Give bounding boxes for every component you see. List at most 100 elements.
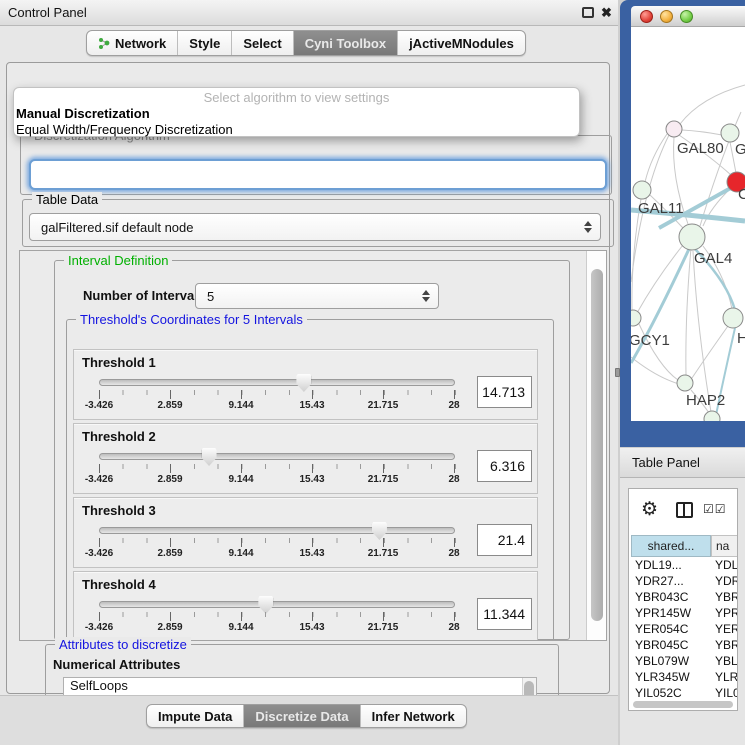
- network-window-titlebar: [631, 6, 745, 27]
- close-traffic-light-icon[interactable]: [640, 10, 653, 23]
- cell-shared-name: YER054C: [631, 621, 711, 637]
- threshold-value-field[interactable]: 11.344: [477, 598, 532, 630]
- bottom-tab-infer-network[interactable]: Infer Network: [360, 705, 466, 727]
- attributes-group-title: Attributes to discretize: [55, 637, 191, 652]
- minimize-traffic-light-icon[interactable]: [660, 10, 673, 23]
- network-node[interactable]: [633, 181, 651, 199]
- zoom-traffic-light-icon[interactable]: [680, 10, 693, 23]
- network-edge: [631, 357, 679, 384]
- slider-track[interactable]: [99, 527, 455, 534]
- network-node[interactable]: [704, 411, 720, 421]
- table-row[interactable]: YBL079WYBL0: [631, 653, 738, 669]
- bottom-tab-discretize-data[interactable]: Discretize Data: [243, 705, 359, 727]
- gear-icon[interactable]: ⚙: [641, 498, 658, 521]
- network-node[interactable]: [677, 375, 693, 391]
- close-icon[interactable]: ✖: [600, 7, 613, 19]
- slider-major-tick: [312, 612, 313, 621]
- slider-major-tick: [170, 612, 171, 621]
- slider-major-tick: [170, 538, 171, 547]
- attribute-list-item[interactable]: SelfLoops: [64, 678, 536, 694]
- control-panel-titlebar: Control Panel ✖: [0, 0, 618, 26]
- table-panel-title: Table Panel: [632, 455, 700, 470]
- tab-cyni-toolbox[interactable]: Cyni Toolbox: [293, 31, 397, 55]
- table-data-group-title: Table Data: [32, 192, 102, 207]
- scrollbar-thumb[interactable]: [591, 269, 603, 621]
- threshold-value-field[interactable]: 21.4: [477, 524, 532, 556]
- table-row[interactable]: YPR145WYPR1: [631, 605, 738, 621]
- table-row[interactable]: YDL19...YDL1: [631, 557, 738, 573]
- checkbox-icons[interactable]: ☑☑: [703, 502, 727, 516]
- scrollbar-track[interactable]: [586, 251, 607, 640]
- threshold-panel: Threshold 4-3.4262.8599.14415.4321.71528…: [73, 571, 538, 641]
- network-node[interactable]: [679, 224, 705, 250]
- network-node[interactable]: [666, 121, 682, 137]
- slider-major-tick: [312, 464, 313, 473]
- column-header-name[interactable]: na: [711, 535, 738, 557]
- tab-network[interactable]: Network: [87, 31, 177, 55]
- slider-major-tick: [241, 390, 242, 399]
- slider-tick-label: 2.859: [157, 400, 182, 411]
- threshold-value-field[interactable]: 6.316: [477, 450, 532, 482]
- cyni-bottom-tabs: Impute DataDiscretize DataInfer Network: [146, 704, 467, 728]
- threshold-label: Threshold 3: [82, 503, 156, 518]
- horizontal-scrollbar-thumb[interactable]: [633, 701, 733, 708]
- table-data-combobox[interactable]: galFiltered.sif default node: [29, 213, 601, 241]
- table-row[interactable]: YBR045CYBR0: [631, 637, 738, 653]
- slider-major-tick: [383, 538, 384, 547]
- slider-tick-label: 15.43: [299, 474, 324, 485]
- slider-major-tick: [241, 612, 242, 621]
- control-panel-tabs: NetworkStyleSelect Cyni Toolbox jActiveMNo…: [86, 30, 526, 56]
- slider-track[interactable]: [99, 601, 455, 608]
- slider-track[interactable]: [99, 379, 455, 386]
- table-row[interactable]: YBR043CYBR0: [631, 589, 738, 605]
- slider-track[interactable]: [99, 453, 455, 460]
- split-pane-handle-icon[interactable]: [615, 368, 620, 377]
- table-row[interactable]: YER054CYER0: [631, 621, 738, 637]
- tab-select[interactable]: Select: [231, 31, 292, 55]
- slider-tick-label: 28: [448, 400, 459, 411]
- network-node[interactable]: [721, 124, 739, 142]
- slider-major-tick: [383, 464, 384, 473]
- network-node[interactable]: [631, 310, 641, 326]
- table-row[interactable]: YDR27...YDR2: [631, 573, 738, 589]
- number-of-intervals-combobox[interactable]: 5: [195, 283, 439, 309]
- slider-tick-label: 2.859: [157, 622, 182, 633]
- slider-major-tick: [454, 612, 455, 621]
- network-node[interactable]: [723, 308, 743, 328]
- network-node-label: GAL4: [694, 250, 732, 267]
- network-node-label: GAL11: [638, 200, 684, 217]
- slider-minor-ticks: [99, 390, 456, 395]
- threshold-value-field[interactable]: 14.713: [477, 376, 532, 408]
- float-window-icon[interactable]: [582, 7, 594, 18]
- tab-jactivemnodules[interactable]: jActiveMNodules: [397, 31, 525, 55]
- cell-shared-name: YBR045C: [631, 637, 711, 653]
- cell-shared-name: YDL19...: [631, 557, 711, 573]
- slider-tick-label: 2.859: [157, 548, 182, 559]
- network-node-label: H: [737, 330, 745, 347]
- slider-tick-label: 21.715: [368, 622, 399, 633]
- network-canvas[interactable]: GAL80GACGAL11GAL4GCY1HHAP2: [631, 27, 745, 421]
- algorithm-option-manual[interactable]: Manual Discretization: [16, 106, 150, 121]
- column-header-shared[interactable]: shared...: [631, 535, 711, 557]
- threshold-panel: Threshold 2-3.4262.8599.14415.4321.71528…: [73, 423, 538, 494]
- slider-major-tick: [454, 390, 455, 399]
- algorithm-combobox[interactable]: [29, 159, 607, 190]
- combobox-stepper-icon: [584, 221, 592, 233]
- bottom-tab-impute-data[interactable]: Impute Data: [147, 705, 243, 727]
- thresholds-group: Threshold's Coordinates for 5 Intervals …: [66, 319, 554, 641]
- cell-name: YDL1: [711, 557, 738, 573]
- slider-minor-ticks: [99, 464, 456, 469]
- slider-major-tick: [312, 538, 313, 547]
- slider-tick-label: 28: [448, 548, 459, 559]
- thresholds-group-title: Threshold's Coordinates for 5 Intervals: [76, 312, 307, 327]
- network-edge: [693, 251, 711, 412]
- slider-major-tick: [170, 390, 171, 399]
- node-table: ⚙ ☑☑ shared... na YDL19...YDL1YDR27...YD…: [628, 488, 738, 711]
- table-row[interactable]: YLR345WYLR3: [631, 669, 738, 685]
- column-layout-icon[interactable]: [676, 502, 693, 518]
- tab-style[interactable]: Style: [177, 31, 231, 55]
- table-row[interactable]: YIL052CYIL0: [631, 685, 738, 701]
- algorithm-option-equal-width[interactable]: Equal Width/Frequency Discretization: [16, 122, 233, 137]
- slider-tick-label: -3.426: [85, 400, 113, 411]
- tab-label: Cyni Toolbox: [305, 36, 386, 51]
